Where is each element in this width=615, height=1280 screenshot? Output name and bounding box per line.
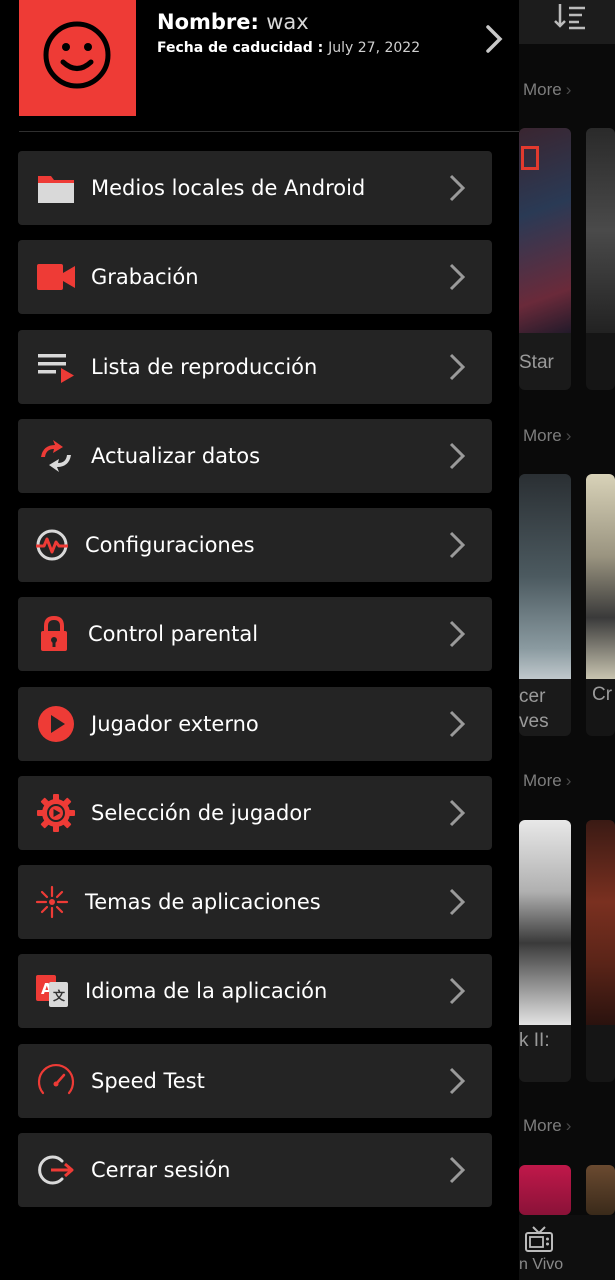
chevron-right-icon (449, 710, 466, 738)
poster-title: ves (519, 711, 549, 732)
chevron-right-icon (449, 799, 466, 827)
translate-icon: A 文 (32, 972, 72, 1010)
menu-item-label: Actualizar datos (91, 444, 261, 468)
sparkle-icon (32, 883, 72, 921)
chevron-right-icon (449, 442, 466, 470)
menu-item-recording[interactable]: Grabación (18, 240, 492, 314)
menu-item-label: Temas de aplicaciones (85, 890, 321, 914)
poster-title: cer (519, 686, 546, 707)
menu-item-language[interactable]: A 文 Idioma de la aplicación (18, 954, 492, 1028)
more-link[interactable]: More › (523, 771, 571, 791)
menu-item-label: Jugador externo (91, 712, 259, 736)
playlist-icon (36, 348, 76, 386)
menu-item-player-selection[interactable]: Selección de jugador (18, 776, 492, 850)
folder-icon (36, 169, 76, 207)
settings-pulse-icon (32, 526, 72, 564)
chevron-right-icon (449, 1067, 466, 1095)
menu-item-refresh[interactable]: Actualizar datos (18, 419, 492, 493)
chevron-right-icon (449, 531, 466, 559)
menu-item-label: Medios locales de Android (91, 176, 366, 200)
menu-item-themes[interactable]: Temas de aplicaciones (18, 865, 492, 939)
menu-item-label: Idioma de la aplicación (85, 979, 328, 1003)
navigation-drawer: Nombre: wax Fecha de caducidad : July 27… (0, 0, 519, 1280)
sort-icon[interactable] (552, 2, 588, 32)
poster-card[interactable] (586, 128, 615, 390)
menu-item-label: Configuraciones (85, 533, 255, 557)
poster-card[interactable] (586, 820, 615, 1082)
logout-icon (36, 1151, 76, 1189)
menu-item-logout[interactable]: Cerrar sesión (18, 1133, 492, 1207)
chevron-right-icon (449, 174, 466, 202)
menu-item-local-media[interactable]: Medios locales de Android (18, 151, 492, 225)
chevron-right-icon (449, 353, 466, 381)
menu-item-external-player[interactable]: Jugador externo (18, 687, 492, 761)
chevron-right-icon (449, 620, 466, 648)
divider (19, 131, 519, 132)
chevron-right-icon (449, 888, 466, 916)
chevron-right-icon (449, 1156, 466, 1184)
smiley-icon (43, 21, 111, 89)
poster-card[interactable] (586, 1165, 615, 1215)
expiry-date: Fecha de caducidad : July 27, 2022 (157, 40, 421, 56)
poster-title: Cr (592, 684, 613, 705)
speedometer-icon (36, 1062, 76, 1100)
menu-item-label: Cerrar sesión (91, 1158, 231, 1182)
poster-card[interactable] (519, 1165, 571, 1215)
menu-item-label: Selección de jugador (91, 801, 311, 825)
chevron-right-icon[interactable] (484, 24, 504, 54)
more-link[interactable]: More › (523, 80, 571, 100)
tv-icon[interactable] (524, 1224, 554, 1254)
more-link[interactable]: More › (523, 1116, 571, 1136)
play-circle-icon (36, 705, 76, 743)
menu-item-label: Speed Test (91, 1069, 205, 1093)
poster-title: k II: (519, 1030, 550, 1051)
menu-item-playlist[interactable]: Lista de reproducción (18, 330, 492, 404)
bottom-nav-label: n Vivo (519, 1256, 564, 1273)
menu-item-label: Lista de reproducción (91, 355, 318, 379)
menu-item-label: Control parental (88, 622, 259, 646)
chevron-right-icon (449, 263, 466, 291)
user-name: Nombre: wax (157, 10, 309, 34)
menu-item-speed-test[interactable]: Speed Test (18, 1044, 492, 1118)
svg-text:文: 文 (53, 988, 66, 1003)
avatar[interactable] (19, 0, 136, 116)
lock-icon (34, 615, 74, 653)
menu-item-parental-control[interactable]: Control parental (18, 597, 492, 671)
more-link[interactable]: More › (523, 426, 571, 446)
chevron-right-icon (449, 977, 466, 1005)
gear-play-icon (36, 794, 76, 832)
video-camera-icon (36, 258, 76, 296)
poster-title: Star (519, 352, 554, 373)
menu-item-label: Grabación (91, 265, 199, 289)
menu-item-settings[interactable]: Configuraciones (18, 508, 492, 582)
refresh-icon (36, 437, 76, 475)
